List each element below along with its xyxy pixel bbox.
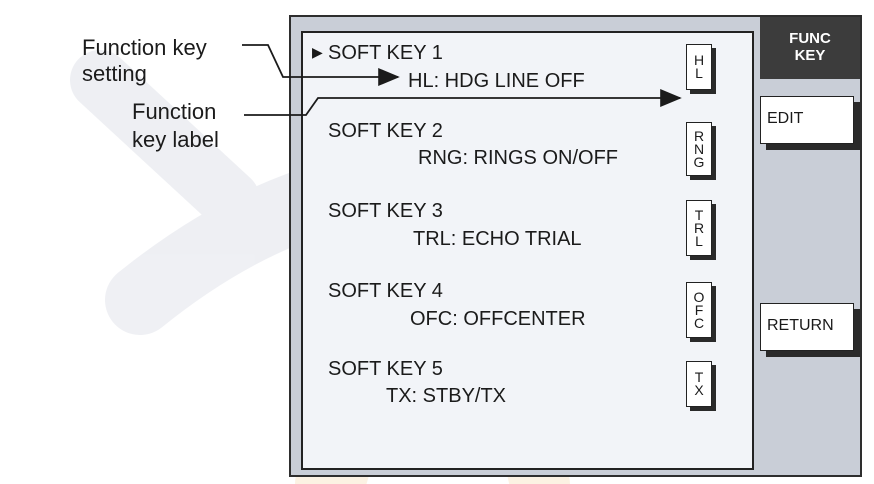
soft-key-5-label-cap: T X: [686, 361, 712, 407]
label-char: X: [694, 382, 704, 398]
soft-key-2-label-cap: R N G: [686, 122, 712, 176]
soft-key-3-title[interactable]: SOFT KEY 3: [328, 200, 443, 222]
soft-key-2-setting[interactable]: RNG: RINGS ON/OFF: [418, 147, 618, 169]
annotation-function-key-label-line1: Function: [132, 99, 217, 124]
soft-key-3-setting[interactable]: TRL: ECHO TRIAL: [413, 228, 582, 250]
label-char: G: [693, 153, 705, 170]
soft-key-1-setting[interactable]: HL: HDG LINE OFF: [408, 70, 585, 92]
soft-key-5-setting[interactable]: TX: STBY/TX: [386, 385, 506, 407]
soft-key-5-title[interactable]: SOFT KEY 5: [328, 358, 443, 380]
label-char: L: [695, 65, 703, 81]
soft-key-1-title[interactable]: SOFT KEY 1: [328, 42, 443, 64]
soft-key-3-label-cap: T R L: [686, 200, 712, 256]
label-char: C: [693, 314, 705, 331]
func-key-header: FUNC KEY: [760, 17, 860, 79]
label-char: L: [695, 232, 703, 249]
soft-key-1-label-cap: H L: [686, 44, 712, 90]
selection-cursor-icon: ▶: [312, 44, 323, 60]
edit-button[interactable]: EDIT: [760, 96, 854, 144]
annotation-function-key-setting-line1: Function key: [82, 35, 207, 60]
soft-key-2-title[interactable]: SOFT KEY 2: [328, 120, 443, 142]
soft-key-4-setting[interactable]: OFC: OFFCENTER: [410, 308, 586, 330]
return-button[interactable]: RETURN: [760, 303, 854, 351]
annotation-function-key-setting-line2: setting: [82, 61, 147, 86]
func-key-title: FUNC KEY: [789, 30, 831, 64]
soft-key-4-title[interactable]: SOFT KEY 4: [328, 280, 443, 302]
soft-key-4-label-cap: O F C: [686, 282, 712, 338]
annotation-function-key-label-line2: key label: [132, 127, 219, 152]
